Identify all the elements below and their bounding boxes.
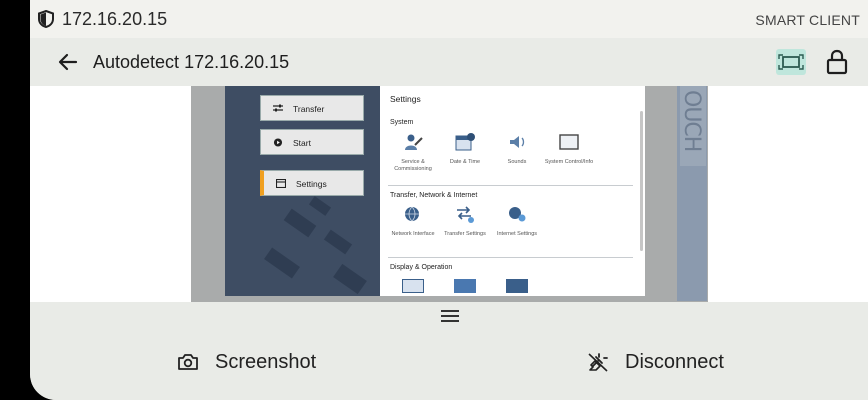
app-header: Autodetect 172.16.20.15 [30, 38, 868, 86]
hmi-internet-settings[interactable]: Internet Settings [490, 204, 544, 238]
hmi-brand-text: OUCH [679, 90, 704, 152]
camera-icon [178, 354, 198, 370]
shield-icon [38, 10, 54, 28]
hmi-item-label: Date & Time [449, 159, 481, 165]
page-title: Autodetect 172.16.20.15 [93, 52, 290, 72]
hmi-item-label: System Control/Info [544, 159, 594, 165]
hmi-service-commissioning[interactable]: Service & Commissioning [386, 132, 440, 172]
transfer-icon [273, 104, 283, 112]
disconnect-button[interactable]: Disconnect [587, 347, 767, 377]
globe-icon [405, 206, 419, 222]
play-icon [273, 138, 283, 147]
hmi-transfer-label: Transfer [293, 104, 325, 114]
status-bar: 172.16.20.15 SMART CLIENT [30, 0, 868, 38]
hmi-panel-title: Settings [390, 94, 421, 104]
speaker-icon [510, 136, 525, 148]
hmi-item-label: Internet Settings [496, 231, 538, 237]
calendar-clock-icon [455, 133, 475, 151]
hmi-item-label: Sounds [507, 159, 527, 165]
hmi-date-time[interactable]: Date & Time [438, 132, 492, 166]
disconnect-label: Disconnect [625, 351, 724, 373]
fit-screen-icon [778, 54, 804, 70]
hmi-network-interface[interactable]: Network Interface [386, 204, 440, 238]
hmi-settings-panel: Settings System Service & Commissioning [380, 86, 645, 296]
arrow-left-icon[interactable] [56, 50, 80, 74]
app-window: 172.16.20.15 SMART CLIENT Autodetect 172… [30, 0, 868, 400]
hmi-transfer-settings[interactable]: Transfer Settings [438, 204, 492, 238]
monitor-icon [559, 134, 579, 150]
transfer-gear-icon [457, 206, 474, 223]
hmi-screen: Transfer Start Settings Settings System … [225, 86, 707, 301]
bottom-toolbar: Screenshot Disconnect [30, 302, 868, 400]
globe-gear-icon [509, 207, 526, 222]
status-mode: SMART CLIENT [755, 12, 860, 28]
hmi-system-control[interactable]: System Control/Info [542, 132, 596, 166]
remote-viewport[interactable]: Transfer Start Settings Settings System … [30, 86, 868, 302]
remote-screen[interactable]: Transfer Start Settings Settings System … [191, 86, 708, 302]
fit-screen-button[interactable] [776, 49, 806, 75]
hmi-section-title: Display & Operation [390, 264, 453, 271]
hmi-item-label: Network Interface [391, 231, 435, 237]
menu-icon[interactable] [439, 307, 461, 325]
hmi-item-label: Transfer Settings [444, 231, 486, 237]
disconnect-plug-icon [588, 353, 608, 372]
hmi-item-label: Service & Commissioning [394, 159, 432, 172]
hmi-section-title: Transfer, Network & Internet [390, 192, 478, 199]
hmi-settings-label: Settings [296, 179, 327, 189]
hmi-brand-strip: OUCH [677, 86, 707, 301]
hmi-start-label: Start [293, 138, 311, 148]
screenshot-button[interactable]: Screenshot [177, 347, 347, 377]
hmi-scrollbar[interactable] [640, 111, 643, 251]
status-ip: 172.16.20.15 [62, 9, 168, 29]
wrench-person-icon [405, 134, 423, 150]
hmi-sounds[interactable]: Sounds [490, 132, 544, 166]
lock-icon[interactable] [824, 48, 850, 76]
settings-window-icon [276, 179, 286, 188]
screenshot-label: Screenshot [215, 351, 317, 373]
hmi-sidebar: Transfer Start Settings [225, 86, 380, 296]
hmi-settings-button[interactable]: Settings [260, 170, 364, 196]
hmi-section-title: System [390, 119, 414, 126]
hmi-transfer-button[interactable]: Transfer [260, 95, 364, 121]
hmi-start-button[interactable]: Start [260, 129, 364, 155]
